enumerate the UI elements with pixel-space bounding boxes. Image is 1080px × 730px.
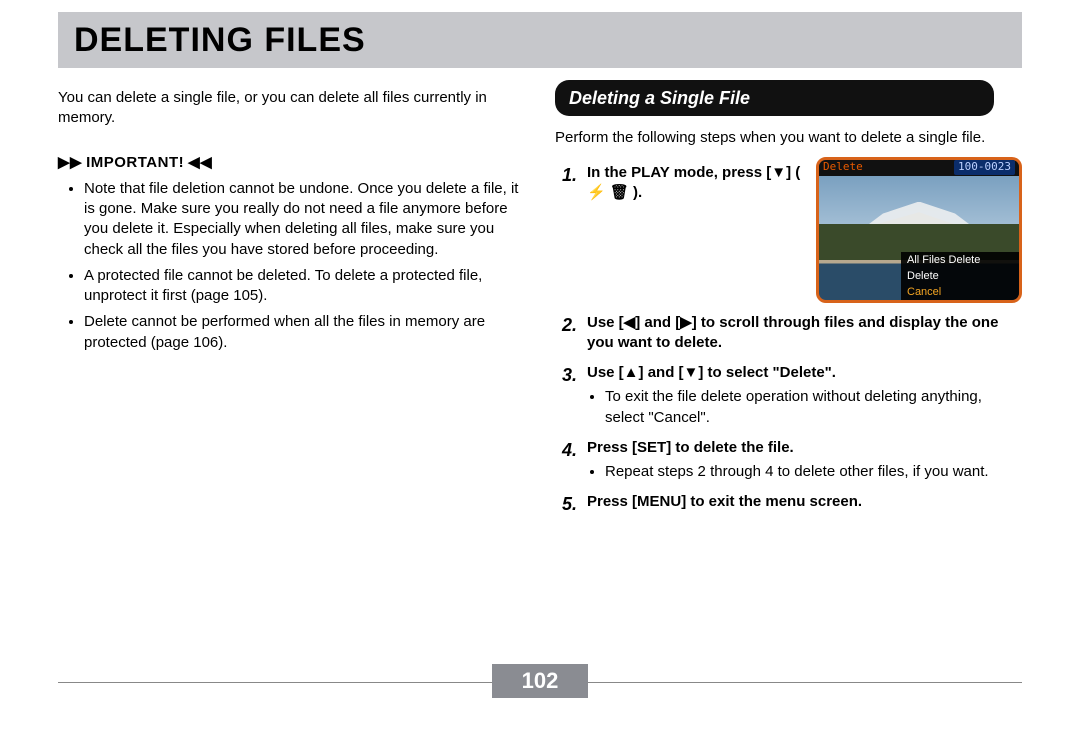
left-column: You can delete a single file, or you can… (58, 80, 525, 664)
step-number: 4. (555, 438, 577, 483)
right-column: Deleting a Single File Perform the follo… (555, 80, 1022, 664)
step-number: 2. (555, 313, 577, 354)
step-title: Press [MENU] to exit the menu screen. (587, 492, 1022, 512)
screenshot-top-bar: Delete 100-0023 (819, 160, 1019, 176)
page-footer: 102 (58, 664, 1022, 698)
page-number: 102 (492, 664, 589, 698)
important-heading: ▶▶ IMPORTANT! ◀◀ (58, 153, 525, 173)
step-sublist: To exit the file delete operation withou… (605, 387, 1022, 428)
step-number: 3. (555, 363, 577, 428)
menu-item-delete: Delete (901, 268, 1019, 284)
manual-page: DELETING FILES You can delete a single f… (0, 0, 1080, 730)
menu-item-all-files-delete: All Files Delete (901, 252, 1019, 268)
section-heading: Deleting a Single File (555, 80, 994, 116)
screenshot-counter: 100-0023 (954, 160, 1015, 175)
step-4: 4. Press [SET] to delete the file. Repea… (555, 438, 1022, 483)
screenshot-mode-label: Delete (823, 160, 863, 175)
step-3: 3. Use [▲] and [▼] to select "Delete". T… (555, 363, 1022, 428)
menu-item-cancel: Cancel (901, 284, 1019, 300)
screenshot-menu: All Files Delete Delete Cancel (901, 252, 1019, 300)
chevron-left-icon: ◀◀ (188, 153, 212, 173)
list-item: To exit the file delete operation withou… (605, 387, 1022, 428)
important-label: IMPORTANT! (86, 153, 184, 173)
title-bar: DELETING FILES (58, 12, 1022, 68)
step-title: In the PLAY mode, press [▼] ( ⚡ 🗑 ). (587, 163, 802, 204)
list-item: Repeat steps 2 through 4 to delete other… (605, 462, 1022, 482)
list-item: A protected file cannot be deleted. To d… (84, 266, 525, 307)
step-title: Press [SET] to delete the file. (587, 438, 1022, 458)
section-intro: Perform the following steps when you wan… (555, 128, 1022, 148)
camera-screenshot: Delete 100-0023 All Files Delete Delete … (816, 157, 1022, 303)
chevron-right-icon: ▶▶ (58, 153, 82, 173)
step-1: 1. In the PLAY mode, press [▼] ( ⚡ 🗑 ). … (555, 163, 1022, 303)
list-item: Note that file deletion cannot be undone… (84, 179, 525, 260)
step-sublist: Repeat steps 2 through 4 to delete other… (605, 462, 1022, 482)
step-number: 1. (555, 163, 577, 303)
step-5: 5. Press [MENU] to exit the menu screen. (555, 492, 1022, 516)
step-number: 5. (555, 492, 577, 516)
important-list: Note that file deletion cannot be undone… (84, 179, 525, 353)
content-columns: You can delete a single file, or you can… (58, 80, 1022, 664)
step-title: Use [▲] and [▼] to select "Delete". (587, 363, 1022, 383)
page-title: DELETING FILES (74, 21, 366, 60)
intro-text: You can delete a single file, or you can… (58, 88, 525, 129)
list-item: Delete cannot be performed when all the … (84, 312, 525, 353)
step-2: 2. Use [◀] and [▶] to scroll through fil… (555, 313, 1022, 354)
step-title: Use [◀] and [▶] to scroll through files … (587, 313, 1022, 354)
